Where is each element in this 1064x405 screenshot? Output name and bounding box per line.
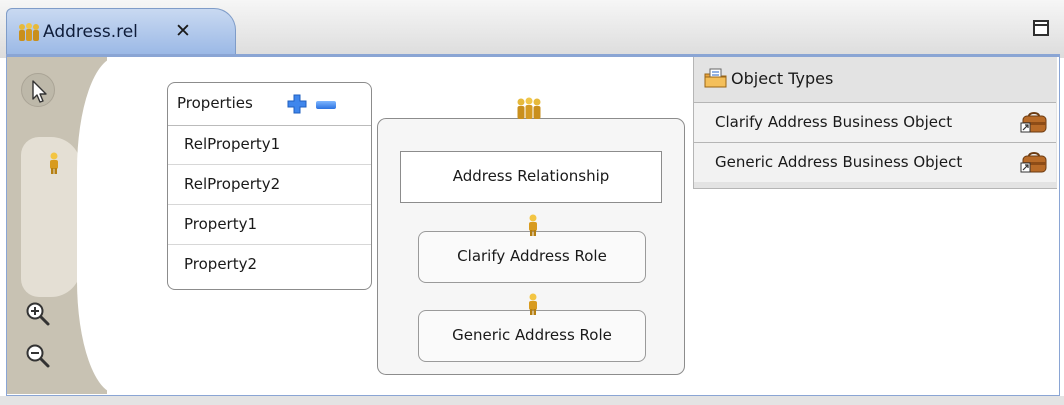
relationship-name-box[interactable]: Address Relationship	[400, 151, 662, 203]
window-bottom-strip	[0, 396, 1064, 405]
tab-title: Address.rel	[43, 22, 138, 42]
properties-box: Properties RelProperty1 RelProperty2 Pro…	[167, 82, 372, 290]
add-property-icon[interactable]	[286, 93, 308, 115]
role-name: Clarify Address Role	[457, 247, 607, 265]
tab-address-rel[interactable]: Address.rel ✕	[6, 8, 236, 54]
briefcase-link-icon	[1020, 112, 1047, 133]
object-types-panel: Object Types Clarify Address Business Ob…	[693, 57, 1057, 189]
remove-property-icon[interactable]	[316, 101, 336, 109]
zoom-in-icon[interactable]	[25, 301, 51, 327]
object-type-label: Clarify Address Business Object	[715, 113, 953, 131]
object-types-title: Object Types	[731, 69, 834, 88]
folder-document-icon	[704, 68, 727, 88]
person-icon	[529, 214, 537, 236]
property-row[interactable]: Property2	[168, 245, 371, 285]
properties-header: Properties	[168, 83, 371, 126]
arrow-pointer-icon	[32, 80, 47, 103]
properties-title: Properties	[177, 94, 253, 112]
property-label: RelProperty1	[184, 135, 281, 153]
object-types-header: Object Types	[694, 57, 1057, 102]
role-box[interactable]: Clarify Address Role	[418, 214, 646, 283]
zoom-out-icon[interactable]	[25, 343, 51, 369]
select-tool[interactable]	[21, 73, 55, 107]
palette	[7, 57, 117, 394]
object-type-row[interactable]: Generic Address Business Object	[694, 142, 1056, 182]
relationship-name: Address Relationship	[452, 167, 610, 185]
person-icon[interactable]	[47, 152, 61, 174]
role-box[interactable]: Generic Address Role	[418, 293, 646, 362]
people-group-icon	[19, 23, 39, 41]
person-icon	[529, 293, 537, 315]
property-row[interactable]: Property1	[168, 205, 371, 245]
property-label: RelProperty2	[184, 175, 281, 193]
property-label: Property2	[184, 255, 258, 273]
people-group-icon	[517, 97, 541, 119]
property-row[interactable]: RelProperty2	[168, 165, 371, 205]
relationship-container[interactable]: Address Relationship Clarify Address Rol…	[377, 97, 685, 375]
object-type-row[interactable]: Clarify Address Business Object	[694, 102, 1056, 142]
briefcase-link-icon	[1020, 152, 1047, 173]
property-row[interactable]: RelProperty1	[168, 125, 371, 165]
editor-tab-bar: Address.rel ✕	[0, 0, 1064, 58]
role-name: Generic Address Role	[452, 326, 612, 344]
maximize-icon[interactable]	[1033, 20, 1049, 36]
relationship-editor: Properties RelProperty1 RelProperty2 Pro…	[6, 54, 1060, 396]
object-type-label: Generic Address Business Object	[715, 153, 963, 171]
close-icon[interactable]: ✕	[175, 20, 191, 42]
property-label: Property1	[184, 215, 258, 233]
